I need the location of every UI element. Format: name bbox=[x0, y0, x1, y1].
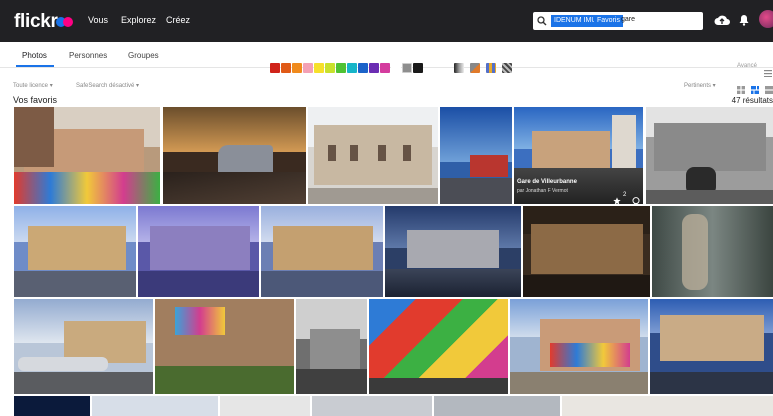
color-filter-bar: Avancé bbox=[0, 58, 773, 78]
photo-tile[interactable] bbox=[14, 206, 136, 297]
color-swatch[interactable] bbox=[325, 63, 335, 73]
photo-tile[interactable] bbox=[92, 396, 218, 416]
photo-title[interactable]: Gare de Villeurbanne bbox=[517, 179, 577, 185]
color-swatch[interactable] bbox=[380, 63, 390, 73]
photo-tile[interactable] bbox=[155, 299, 294, 394]
nav-vous[interactable]: Vous bbox=[88, 15, 108, 25]
color-swatch[interactable] bbox=[314, 63, 324, 73]
color-swatch[interactable] bbox=[303, 63, 313, 73]
photo-tile[interactable] bbox=[440, 107, 512, 204]
bell-icon[interactable] bbox=[739, 13, 749, 31]
nav-explorez[interactable]: Explorez bbox=[121, 15, 156, 25]
photo-tile[interactable] bbox=[296, 299, 367, 394]
photo-tile[interactable] bbox=[523, 206, 650, 297]
color-swatch[interactable] bbox=[413, 63, 423, 73]
result-count: 47 résultats bbox=[731, 96, 773, 105]
photo-tile[interactable] bbox=[652, 206, 773, 297]
color-swatch[interactable] bbox=[292, 63, 302, 73]
photo-tile[interactable] bbox=[510, 299, 648, 394]
color-swatch[interactable] bbox=[424, 63, 434, 73]
color-swatch[interactable] bbox=[270, 63, 280, 73]
color-swatch[interactable] bbox=[336, 63, 346, 73]
cloud-upload-icon[interactable] bbox=[714, 13, 730, 31]
section-title: Vos favoris bbox=[13, 95, 58, 105]
color-swatch[interactable] bbox=[402, 63, 412, 73]
shallow-depth-filter-icon[interactable] bbox=[470, 63, 480, 73]
color-swatch[interactable] bbox=[347, 63, 357, 73]
star-icon[interactable] bbox=[613, 192, 621, 204]
photo-tile[interactable] bbox=[650, 299, 773, 394]
photo-tile[interactable] bbox=[369, 299, 508, 394]
search-box[interactable]: IDENUM IMU Favoris gare bbox=[533, 12, 703, 30]
filter-options-bar: Toute licence ▾ SafeSearch désactivé ▾ P… bbox=[0, 78, 773, 94]
nav-creez[interactable]: Créez bbox=[166, 15, 190, 25]
photo-tile[interactable] bbox=[14, 299, 153, 394]
photo-grid: Gare de Villeurbanne par Jonathan F Verm… bbox=[0, 107, 773, 416]
color-swatch[interactable] bbox=[281, 63, 291, 73]
search-icon[interactable] bbox=[533, 12, 550, 30]
search-chip-favoris[interactable]: Favoris bbox=[594, 15, 623, 27]
photo-author[interactable]: par Jonathan F Vermot bbox=[517, 188, 568, 194]
color-swatch[interactable] bbox=[391, 63, 401, 73]
search-input[interactable]: gare bbox=[621, 16, 635, 23]
license-label: Toute licence bbox=[13, 83, 49, 89]
color-swatch[interactable] bbox=[358, 63, 368, 73]
flickr-logo[interactable]: flickr bbox=[14, 11, 58, 33]
advanced-search-link[interactable]: Avancé bbox=[737, 63, 757, 69]
photo-tile[interactable] bbox=[385, 206, 521, 297]
top-navigation-bar: flickr Vous Explorez Créez IDENUM IMU Fa… bbox=[0, 0, 773, 42]
search-chip-idenum[interactable]: IDENUM IMU bbox=[551, 15, 600, 27]
flickr-dots-icon[interactable] bbox=[56, 17, 74, 27]
photo-tile[interactable] bbox=[163, 107, 306, 204]
photo-tile[interactable] bbox=[261, 206, 383, 297]
color-swatch[interactable] bbox=[369, 63, 379, 73]
sort-label: Pertinents bbox=[684, 83, 712, 89]
photo-tile[interactable]: Gare de Villeurbanne par Jonathan F Verm… bbox=[514, 107, 643, 204]
safesearch-label: SafeSearch désactivé bbox=[76, 83, 135, 89]
user-avatar[interactable] bbox=[759, 10, 773, 28]
photo-tile[interactable] bbox=[562, 396, 773, 416]
photo-tile[interactable] bbox=[14, 107, 160, 204]
minimal-filter-icon[interactable] bbox=[486, 63, 496, 73]
photo-tile[interactable] bbox=[220, 396, 310, 416]
photo-tile[interactable] bbox=[434, 396, 560, 416]
photo-tile[interactable] bbox=[308, 107, 438, 204]
license-filter-dropdown[interactable]: Toute licence ▾ bbox=[13, 82, 53, 89]
safesearch-dropdown[interactable]: SafeSearch désactivé ▾ bbox=[76, 82, 139, 89]
sort-dropdown[interactable]: Pertinents ▾ bbox=[684, 82, 716, 89]
comment-icon[interactable] bbox=[632, 192, 640, 204]
photo-tile[interactable] bbox=[646, 107, 773, 204]
photo-tile[interactable] bbox=[14, 396, 90, 416]
fave-count: 2 bbox=[623, 192, 627, 198]
photo-tile[interactable] bbox=[138, 206, 259, 297]
photo-tile[interactable] bbox=[312, 396, 432, 416]
pattern-filter-icon[interactable] bbox=[502, 63, 512, 73]
black-white-filter-icon[interactable] bbox=[454, 63, 464, 73]
